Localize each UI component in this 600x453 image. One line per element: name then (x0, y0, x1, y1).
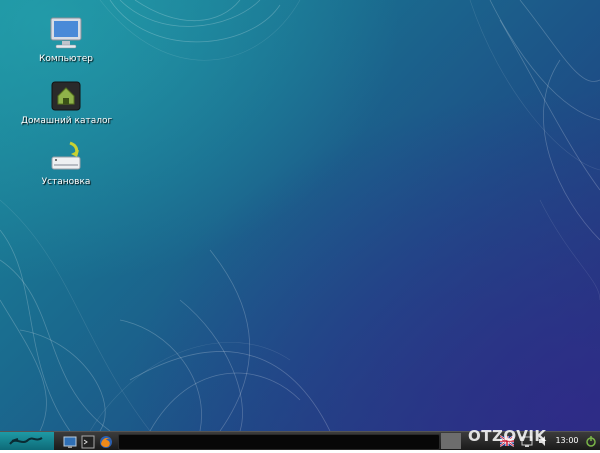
desktop-icon-home-folder[interactable]: Домашний каталог (21, 78, 113, 126)
watermark: OTZOVIK (468, 427, 547, 445)
power-icon[interactable] (585, 433, 597, 449)
wallpaper-swirls (0, 0, 600, 431)
tray-box (441, 433, 461, 449)
desktop-icon-install[interactable]: Установка (21, 139, 111, 187)
terminal-icon[interactable] (81, 434, 95, 449)
desktop-icon-label: Установка (41, 177, 91, 187)
desktop-background: Компьютер Домашний каталог Установка (0, 0, 600, 431)
distro-logo-icon (9, 437, 43, 445)
computer-icon (50, 17, 82, 49)
window-list[interactable] (118, 434, 440, 450)
clock[interactable]: 13:00 (552, 434, 582, 448)
home-folder-icon (51, 81, 81, 111)
firefox-icon[interactable] (99, 434, 113, 448)
show-desktop-icon[interactable] (63, 434, 77, 448)
desktop-icon-label: Компьютер (39, 54, 93, 64)
desktop-icon-label: Домашний каталог (21, 116, 113, 126)
install-icon (51, 141, 81, 170)
main-menu-button[interactable] (0, 432, 54, 450)
desktop-icon-computer[interactable]: Компьютер (21, 16, 111, 64)
